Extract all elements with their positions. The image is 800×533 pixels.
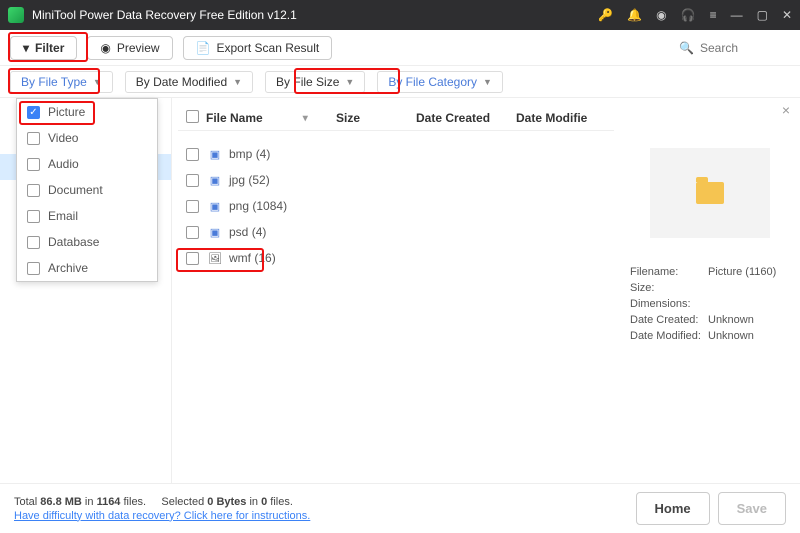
- file-row[interactable]: ▣png (1084): [178, 193, 614, 219]
- chevron-down-icon: ▼: [233, 77, 242, 87]
- export-label: Export Scan Result: [217, 41, 320, 55]
- funnel-icon: ▾: [23, 41, 29, 55]
- dropdown-item-database[interactable]: Database: [17, 229, 157, 255]
- file-list: File Name ▾ Size Date Created Date Modifi…: [172, 98, 620, 483]
- checkbox-icon[interactable]: [27, 184, 40, 197]
- search-icon: 🔍: [679, 41, 694, 55]
- preview-metadata: Filename:Picture (1160) Size: Dimensions…: [630, 266, 790, 342]
- home-button[interactable]: Home: [636, 492, 710, 525]
- meta-modified-value: Unknown: [708, 330, 754, 342]
- close-preview-icon[interactable]: ×: [782, 102, 790, 118]
- content-area: File Name ▾ Size Date Created Date Modifi…: [172, 98, 800, 483]
- meta-dim-label: Dimensions:: [630, 298, 708, 310]
- maximize-icon[interactable]: ▢: [757, 8, 768, 22]
- filter-by-date[interactable]: By Date Modified ▼: [125, 71, 253, 93]
- filter-bar: By File Type ▼ By Date Modified ▼ By File …: [0, 66, 800, 98]
- meta-created-value: Unknown: [708, 314, 754, 326]
- col-created[interactable]: Date Created: [416, 111, 516, 125]
- export-button[interactable]: 📄 Export Scan Result: [183, 36, 333, 60]
- globe-icon[interactable]: ◉: [656, 8, 666, 22]
- chevron-down-icon: ▼: [483, 77, 492, 87]
- preview-thumbnail: [650, 148, 770, 238]
- filter-by-category[interactable]: By File Category ▼: [377, 71, 503, 93]
- dropdown-item-video[interactable]: Video: [17, 125, 157, 151]
- image-icon: ▣: [207, 224, 223, 240]
- file-list-header: File Name ▾ Size Date Created Date Modifi…: [178, 106, 614, 131]
- row-checkbox[interactable]: [186, 148, 199, 161]
- status-bar: Total 86.8 MB in 1164 files. Selected 0 …: [0, 483, 800, 533]
- folder-icon: [696, 182, 724, 204]
- toolbar: ▾ Filter ◉ Preview 📄 Export Scan Result …: [0, 30, 800, 66]
- dropdown-item-document[interactable]: Document: [17, 177, 157, 203]
- file-row[interactable]: 🖼wmf (16): [178, 245, 614, 271]
- by-cat-label: By File Category: [388, 75, 477, 89]
- eye-icon: ◉: [100, 41, 110, 55]
- close-icon[interactable]: ✕: [782, 8, 792, 22]
- filter-by-size[interactable]: By File Size ▼: [265, 71, 365, 93]
- search-box[interactable]: 🔍: [669, 38, 790, 58]
- row-checkbox[interactable]: [186, 174, 199, 187]
- save-button[interactable]: Save: [718, 492, 786, 525]
- image-icon: ▣: [207, 172, 223, 188]
- menu-icon[interactable]: ≡: [710, 8, 717, 22]
- main-area: ✓Picture Video Audio Document Email Data…: [0, 98, 800, 483]
- dropdown-item-audio[interactable]: Audio: [17, 151, 157, 177]
- filter-by-type[interactable]: By File Type ▼: [10, 71, 113, 93]
- minimize-icon[interactable]: —: [731, 8, 743, 22]
- file-type-dropdown: ✓Picture Video Audio Document Email Data…: [16, 98, 158, 282]
- preview-button[interactable]: ◉ Preview: [87, 36, 172, 60]
- col-modified[interactable]: Date Modifie: [516, 111, 606, 125]
- filter-label: Filter: [35, 41, 64, 55]
- image-icon: ▣: [207, 198, 223, 214]
- title-bar: MiniTool Power Data Recovery Free Editio…: [0, 0, 800, 30]
- select-all-checkbox[interactable]: [186, 110, 199, 123]
- status-totals: Total 86.8 MB in 1164 files. Selected 0 …: [14, 496, 628, 508]
- file-row[interactable]: ▣bmp (4): [178, 141, 614, 167]
- checkbox-checked-icon[interactable]: ✓: [27, 106, 40, 119]
- checkbox-icon[interactable]: [27, 132, 40, 145]
- checkbox-icon[interactable]: [27, 236, 40, 249]
- bell-icon[interactable]: 🔔: [627, 8, 642, 22]
- wmf-icon: 🖼: [207, 250, 223, 266]
- row-checkbox[interactable]: [186, 252, 199, 265]
- dropdown-item-picture[interactable]: ✓Picture: [17, 99, 157, 125]
- meta-filename-label: Filename:: [630, 266, 708, 278]
- search-input[interactable]: [700, 41, 780, 55]
- by-size-label: By File Size: [276, 75, 339, 89]
- file-row[interactable]: ▣jpg (52): [178, 167, 614, 193]
- window-title: MiniTool Power Data Recovery Free Editio…: [32, 8, 598, 22]
- chevron-down-icon: ▼: [345, 77, 354, 87]
- row-checkbox[interactable]: [186, 226, 199, 239]
- file-row[interactable]: ▣psd (4): [178, 219, 614, 245]
- chevron-down-icon: ▼: [93, 77, 102, 87]
- app-logo: [8, 7, 24, 23]
- image-icon: ▣: [207, 146, 223, 162]
- checkbox-icon[interactable]: [27, 210, 40, 223]
- meta-size-label: Size:: [630, 282, 708, 294]
- by-type-label: By File Type: [21, 75, 87, 89]
- by-date-label: By Date Modified: [136, 75, 227, 89]
- export-icon: 📄: [196, 41, 211, 55]
- help-link[interactable]: Have difficulty with data recovery? Clic…: [14, 510, 310, 522]
- preview-label: Preview: [117, 41, 160, 55]
- sort-icon[interactable]: ▾: [303, 113, 308, 124]
- filter-button[interactable]: ▾ Filter: [10, 36, 77, 60]
- row-checkbox[interactable]: [186, 200, 199, 213]
- checkbox-icon[interactable]: [27, 158, 40, 171]
- dropdown-item-archive[interactable]: Archive: [17, 255, 157, 281]
- dropdown-item-email[interactable]: Email: [17, 203, 157, 229]
- checkbox-icon[interactable]: [27, 262, 40, 275]
- meta-modified-label: Date Modified:: [630, 330, 708, 342]
- headset-icon[interactable]: 🎧: [681, 8, 696, 22]
- col-size[interactable]: Size: [336, 111, 416, 125]
- key-icon[interactable]: 🔑: [598, 8, 613, 22]
- preview-panel: × Filename:Picture (1160) Size: Dimensio…: [620, 98, 800, 483]
- meta-filename-value: Picture (1160): [708, 266, 776, 278]
- col-name[interactable]: File Name: [206, 111, 263, 125]
- meta-created-label: Date Created:: [630, 314, 708, 326]
